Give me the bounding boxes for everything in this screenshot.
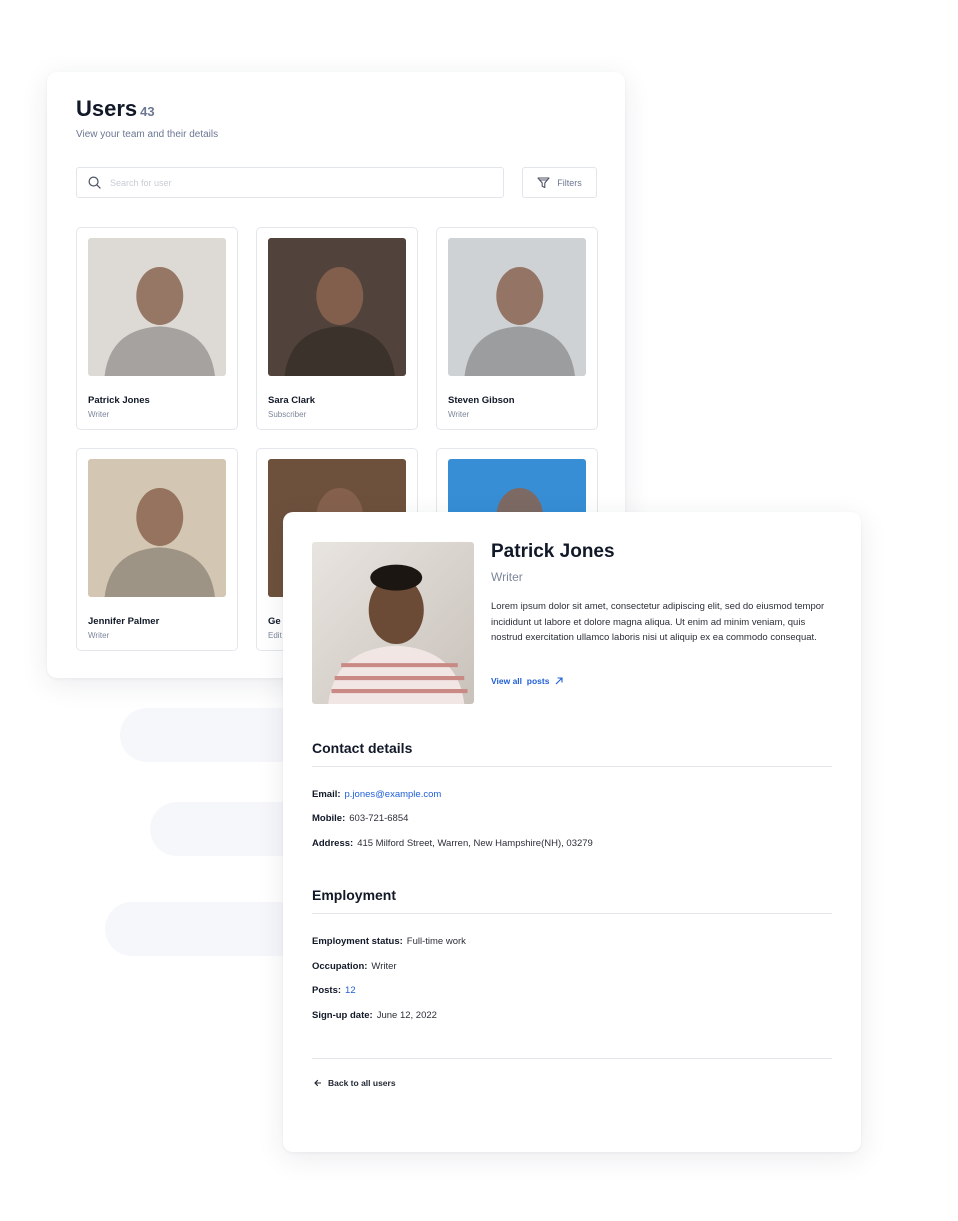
user-name: Sara Clark	[268, 395, 316, 406]
arrow-up-right-icon	[556, 677, 563, 685]
user-count: 43	[140, 104, 155, 119]
user-role: Writer	[88, 410, 110, 419]
filters-button[interactable]: Filters	[522, 167, 597, 198]
employment-status-row: Employment status: Full-time work	[312, 936, 466, 947]
occupation-row: Occupation: Writer	[312, 961, 397, 972]
user-detail-panel: Patrick Jones Writer Lorem ipsum dolor s…	[283, 512, 861, 1152]
user-photo	[88, 238, 226, 376]
search-icon	[88, 176, 101, 189]
divider	[312, 913, 832, 914]
contact-details-heading: Contact details	[312, 740, 413, 756]
page-title: Users 43	[76, 96, 155, 121]
user-name: Jennifer Palmer	[88, 616, 160, 627]
search-input[interactable]	[110, 177, 470, 188]
user-role: Subscriber	[268, 410, 307, 419]
view-all-posts-link[interactable]: View all posts	[491, 676, 563, 686]
user-name: Steven Gibson	[448, 395, 515, 406]
signup-date-row: Sign-up date: June 12, 2022	[312, 1010, 437, 1021]
filters-label: Filters	[557, 177, 582, 188]
view-all-posts-label: View all posts	[491, 676, 550, 686]
user-photo	[312, 542, 474, 704]
user-role: Writer	[88, 631, 110, 640]
employment-heading: Employment	[312, 887, 397, 903]
email-link[interactable]: p.jones@example.com	[345, 789, 442, 800]
user-role: Writer	[448, 410, 470, 419]
email-row: Email: p.jones@example.com	[312, 789, 442, 800]
user-name: Patrick Jones	[88, 395, 150, 406]
user-card[interactable]: Patrick Jones Writer	[76, 227, 238, 430]
posts-link[interactable]: 12	[345, 985, 356, 996]
user-name: Ge	[268, 616, 281, 627]
posts-row: Posts: 12	[312, 985, 356, 996]
divider	[312, 1058, 832, 1059]
user-name: Patrick Jones	[491, 541, 615, 562]
user-bio: Lorem ipsum dolor sit amet, consectetur …	[491, 601, 825, 644]
user-photo	[268, 238, 406, 376]
divider	[312, 766, 832, 767]
user-role: Edit	[268, 631, 282, 640]
user-card[interactable]: Jennifer Palmer Writer	[76, 448, 238, 651]
back-to-all-users-link[interactable]: Back to all users	[314, 1078, 396, 1088]
user-card[interactable]: Sara Clark Subscriber	[256, 227, 418, 430]
user-role: Writer	[491, 570, 523, 584]
page-subtitle: View your team and their details	[76, 129, 219, 140]
mobile-row: Mobile: 603-721-6854	[312, 813, 409, 824]
user-card[interactable]: Steven Gibson Writer	[436, 227, 598, 430]
user-photo	[448, 238, 586, 376]
search-box[interactable]	[76, 167, 504, 198]
back-label: Back to all users	[328, 1078, 396, 1088]
user-photo	[88, 459, 226, 597]
filter-icon	[537, 176, 550, 188]
arrow-left-icon	[314, 1079, 321, 1087]
address-row: Address: 415 Milford Street, Warren, New …	[312, 838, 593, 849]
